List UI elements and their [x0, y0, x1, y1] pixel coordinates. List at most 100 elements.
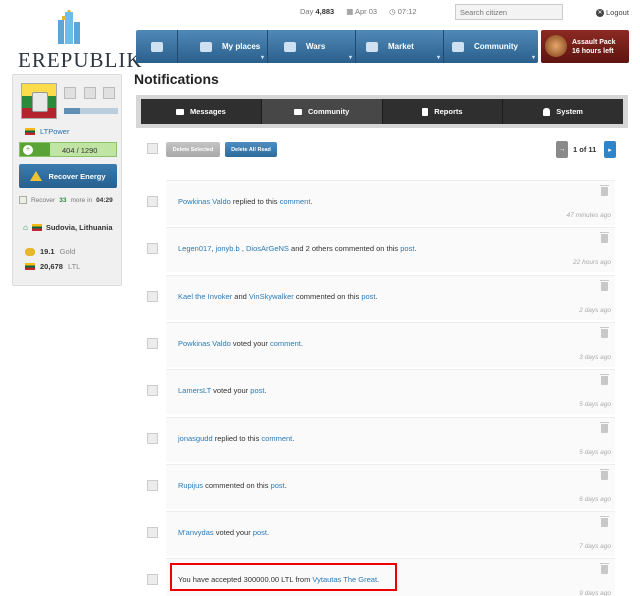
username[interactable]: LTPower — [25, 127, 69, 136]
notification-time: 5 days ago — [579, 448, 611, 456]
community-icon — [452, 41, 464, 52]
trash-icon[interactable] — [600, 374, 609, 386]
notification-checkbox[interactable] — [147, 243, 158, 255]
notification-time: 5 days ago — [579, 401, 611, 409]
main-nav: My places ▾ Wars ▾ Market ▾ Community ▾ — [136, 30, 538, 63]
tab-community[interactable]: Community — [261, 99, 383, 124]
trash-icon[interactable] — [600, 232, 609, 244]
envelope-icon — [175, 108, 184, 115]
notification-link[interactable]: LamersLT — [178, 386, 211, 395]
notification-link[interactable]: post — [361, 292, 375, 301]
notification-checkbox[interactable] — [147, 196, 158, 207]
trash-icon[interactable] — [600, 468, 609, 480]
market-icon — [366, 41, 378, 52]
notification-checkbox[interactable] — [147, 290, 158, 302]
castle-icon — [58, 10, 80, 44]
users-icon — [294, 108, 302, 115]
notification-link[interactable]: Powkinas Valdo — [178, 339, 231, 348]
search-citizen-input[interactable] — [455, 4, 563, 20]
notification-link[interactable]: M'anvydas — [178, 528, 214, 537]
notification-link[interactable]: jonasgudd — [178, 434, 213, 443]
nav-wars[interactable]: Wars ▾ — [268, 30, 356, 63]
next-page-button[interactable]: ▸ — [604, 141, 616, 158]
trash-icon[interactable] — [600, 421, 609, 433]
notification-row: Kael the Invoker and VinSkywalker commen… — [147, 274, 615, 320]
notification-link[interactable]: post — [253, 528, 267, 537]
user-sidebar: LTPower + 404 / 1290 Recover Energy Reco… — [12, 74, 122, 286]
notification-link[interactable]: jonyb.b — [216, 244, 240, 253]
tab-system[interactable]: System — [503, 99, 623, 124]
notification-time: 6 days ago — [579, 495, 611, 503]
location[interactable]: ⌂ Sudovia, Lithuania — [23, 223, 113, 232]
messages-icon[interactable] — [64, 87, 76, 99]
assault-pack-button[interactable]: Assault Pack 16 hours left — [541, 30, 629, 63]
bell-icon — [543, 107, 551, 116]
tab-reports[interactable]: Reports — [383, 99, 504, 124]
home-icon: ⌂ — [23, 223, 28, 232]
avatar[interactable] — [21, 83, 57, 119]
tank-icon — [284, 41, 296, 52]
delete-all-read-button[interactable]: Delete All Read — [225, 142, 277, 157]
notification-message: Kael the Invoker and VinSkywalker commen… — [178, 291, 378, 301]
day-counter: Day 4,883 — [300, 7, 335, 16]
select-all-checkbox[interactable] — [147, 143, 158, 154]
trash-icon[interactable] — [600, 279, 609, 291]
notification-link[interactable]: DiosArGeNS — [246, 244, 289, 253]
nav-community[interactable]: Community ▾ — [444, 30, 538, 63]
notification-checkbox[interactable] — [147, 574, 158, 586]
notification-row: Powkinas Valdo replied to this comment. 4… — [147, 180, 615, 225]
chevron-down-icon: ▾ — [436, 55, 440, 61]
notification-link[interactable]: comment — [270, 339, 301, 348]
trash-icon[interactable] — [600, 563, 609, 575]
notification-row: LamersLT voted your post. 5 days ago — [147, 369, 615, 415]
trash-icon[interactable] — [600, 516, 609, 528]
notification-checkbox[interactable] — [147, 385, 158, 397]
inventory-icon[interactable] — [84, 87, 96, 99]
notification-link[interactable]: Powkinas Valdo — [178, 197, 231, 206]
notification-tabs: Messages Community Reports System — [136, 95, 628, 128]
stats-icon[interactable] — [103, 87, 115, 99]
erepublik-logo[interactable]: EREPUBLIK® — [14, 8, 148, 72]
trash-icon[interactable] — [600, 326, 609, 338]
notification-time: 9 days ago — [579, 590, 611, 596]
notification-link[interactable]: post — [250, 386, 264, 395]
home-button[interactable] — [136, 30, 178, 63]
notification-checkbox[interactable] — [147, 527, 158, 539]
clock: ◷ 07:12 — [389, 7, 417, 16]
page-indicator: 1 of 11 — [573, 145, 597, 154]
prev-page-button[interactable]: → — [556, 141, 568, 158]
page-title: Notifications — [134, 71, 219, 87]
trash-icon[interactable] — [600, 185, 609, 196]
currency-balance: 20,678 LTL — [25, 262, 80, 271]
notification-row: jonasgudd replied to this comment. 5 days… — [147, 416, 615, 462]
notification-link[interactable]: Rupijus — [178, 481, 203, 490]
highlight-box — [170, 563, 397, 591]
notification-message: LamersLT voted your post. — [178, 386, 267, 396]
logout-link[interactable]: ✕ Logout — [596, 8, 629, 17]
lithuania-flag-icon — [31, 224, 42, 231]
date: ▦ Apr 03 — [346, 7, 378, 16]
notification-link[interactable]: VinSkywalker — [249, 292, 294, 301]
recover-energy-button[interactable]: Recover Energy — [19, 164, 117, 188]
notification-link[interactable]: comment — [261, 434, 292, 443]
tab-messages[interactable]: Messages — [141, 99, 262, 124]
logo-text: EREPUBLIK — [18, 48, 143, 72]
notification-link[interactable]: post — [400, 244, 414, 253]
notification-link[interactable]: comment — [280, 197, 311, 206]
notification-message: jonasgudd replied to this comment. — [178, 433, 295, 443]
notification-link[interactable]: post — [271, 481, 285, 490]
notification-message: Rupijus commented on this post. — [178, 480, 287, 490]
notification-checkbox[interactable] — [147, 479, 158, 491]
home-icon — [150, 41, 163, 52]
notification-link[interactable]: Kael the Invoker — [178, 292, 232, 301]
warning-icon — [30, 171, 43, 181]
delete-selected-button[interactable]: Delete Selected — [166, 142, 220, 157]
notification-link[interactable]: Legen017 — [178, 244, 211, 253]
chevron-down-icon: ▾ — [531, 55, 535, 61]
chevron-down-icon: ▾ — [348, 55, 352, 61]
nav-my-places[interactable]: My places ▾ — [178, 30, 268, 63]
nav-market[interactable]: Market ▾ — [356, 30, 444, 63]
notification-checkbox[interactable] — [147, 432, 158, 444]
notification-checkbox[interactable] — [147, 337, 158, 349]
notification-row: Powkinas Valdo voted your comment. 3 days… — [147, 321, 615, 367]
